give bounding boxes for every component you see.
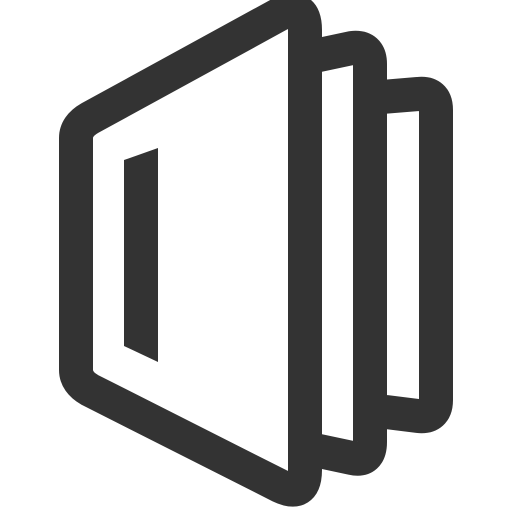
stacked-pages-svg: [59, 0, 453, 507]
stacked-pages-icon: [0, 0, 512, 512]
slot-mark: [124, 148, 158, 362]
front-page-shape: [59, 0, 322, 507]
